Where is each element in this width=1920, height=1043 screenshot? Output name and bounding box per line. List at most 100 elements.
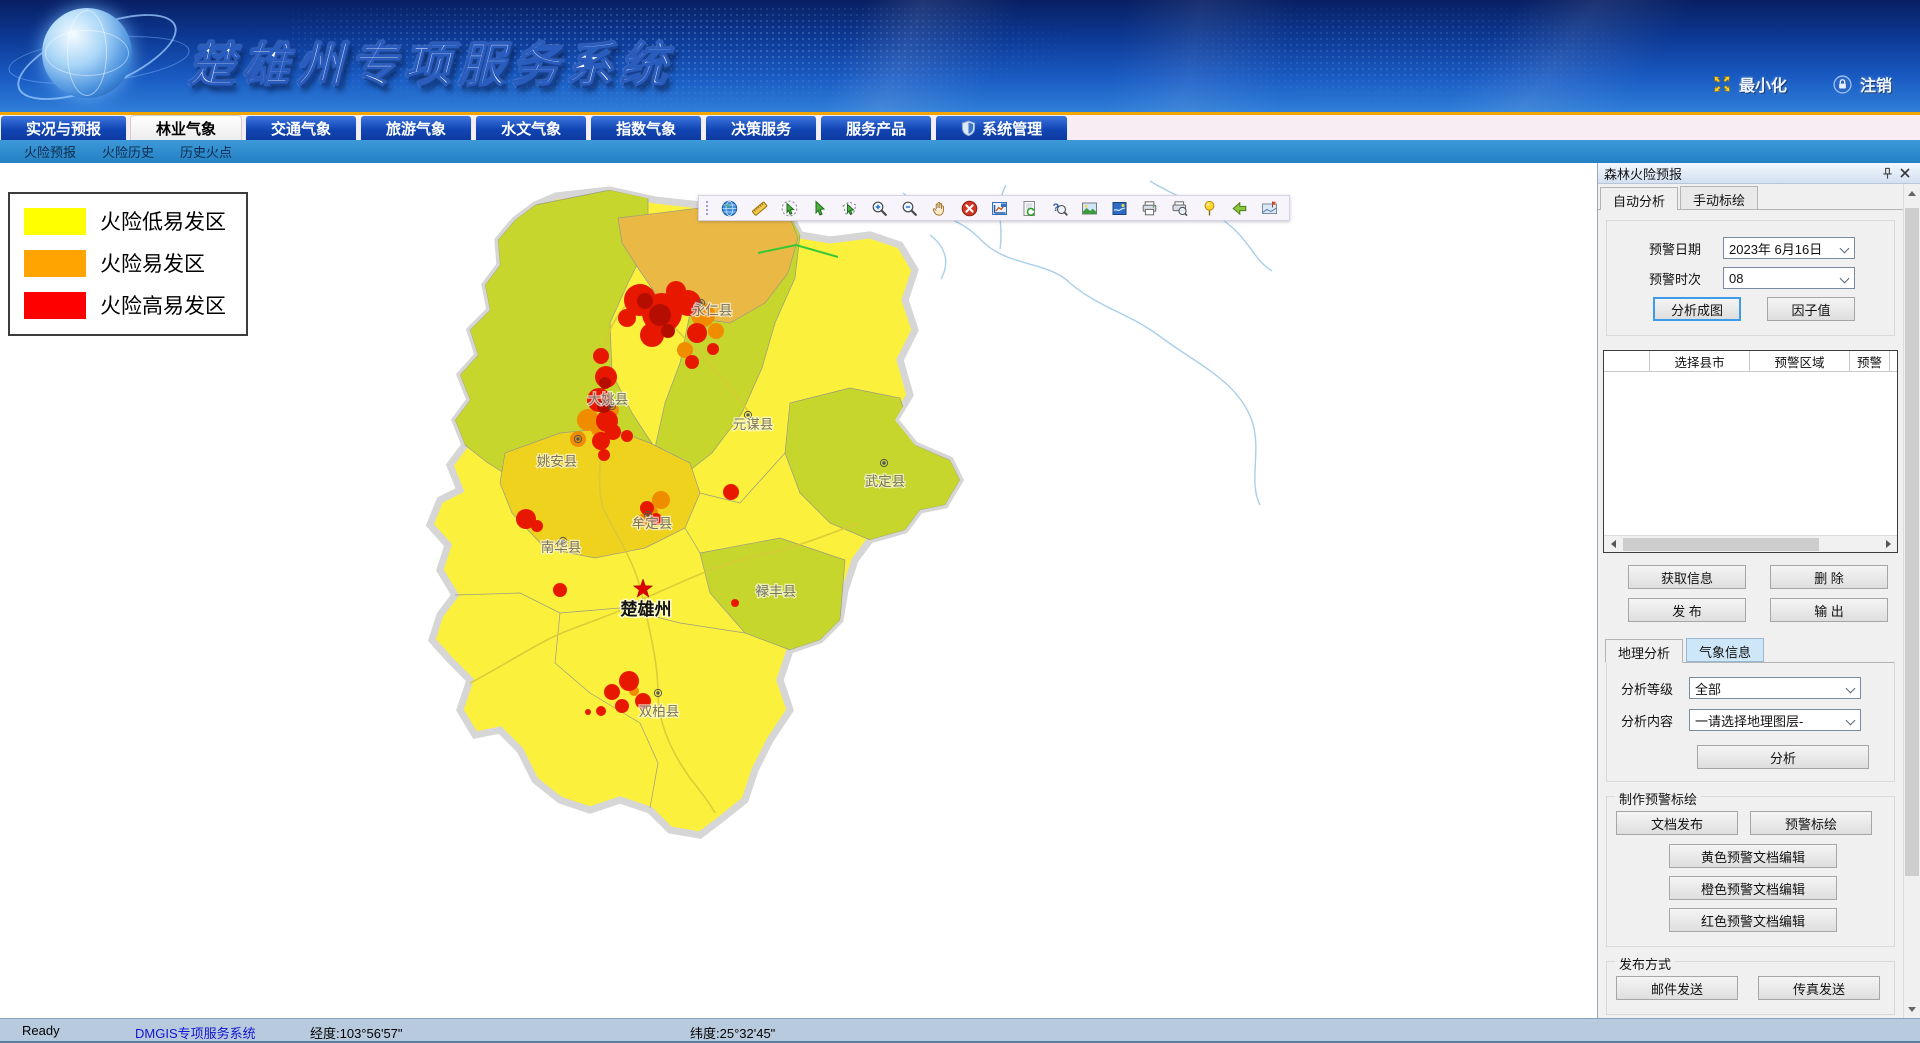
tab-label: 林业气象 [156, 118, 216, 139]
map-toolbar: ? [698, 195, 1290, 221]
map-area: 永仁县元谋县大姚县姚安县牟定县武定县南华县禄丰县双柏县 楚雄州 火险低易发区火险… [0, 163, 1597, 1018]
warning-table[interactable]: 选择县市预警区域预警 [1603, 350, 1898, 553]
refresh-page-icon[interactable] [1019, 199, 1039, 217]
tab-auto-analysis[interactable]: 自动分析 [1600, 187, 1678, 210]
tab-label: 旅游气象 [386, 118, 446, 139]
pan-icon[interactable] [929, 199, 949, 217]
select-lasso-icon[interactable] [779, 199, 799, 217]
vscroll-thumb[interactable] [1905, 208, 1919, 876]
tab-label: 服务产品 [846, 118, 906, 139]
chart-icon[interactable] [989, 199, 1009, 217]
submenu-historical-fire-points[interactable]: 历史火点 [180, 142, 232, 161]
swatch-icon[interactable] [1109, 199, 1129, 217]
table-hscrollbar[interactable] [1604, 535, 1897, 552]
legend-medium-risk: 火险易发区 [24, 248, 234, 278]
pin-icon[interactable] [1878, 165, 1896, 182]
panel-vscrollbar[interactable] [1903, 184, 1920, 1018]
warning-settings-group: 预警日期 2023年 6月16日 预警时次 08 分析成图 因子值 [1606, 220, 1895, 336]
world-map-dots [290, 6, 1070, 106]
label-yuanmou: 元谋县 [733, 417, 774, 432]
tab-geo-analysis[interactable]: 地理分析 [1605, 639, 1683, 663]
legend-swatch [24, 250, 86, 277]
doc-publish-button[interactable]: 文档发布 [1616, 811, 1738, 835]
river-lines [903, 181, 1272, 505]
minimize-button[interactable]: 最小化 [1713, 72, 1787, 96]
toolbar-grip[interactable] [705, 200, 709, 217]
plot-group: 制作预警标绘 文档发布 预警标绘 黄色预警文档编辑 橙色预警文档编辑 红色预警文… [1606, 796, 1895, 947]
close-icon[interactable] [1896, 165, 1914, 182]
analysis-content-select[interactable]: 一请选择地理图层- [1689, 709, 1861, 731]
chevron-down-icon [1840, 274, 1850, 284]
tab-decision-service[interactable]: 决策服务 [705, 115, 817, 140]
tab-traffic-weather[interactable]: 交通气象 [245, 115, 357, 140]
label-wuding: 武定县 [865, 474, 906, 489]
logout-button[interactable]: 注销 [1833, 72, 1892, 96]
geo-tab-bar: 地理分析 气象信息 [1602, 638, 1903, 662]
pointer-icon[interactable] [809, 199, 829, 217]
orange-warning-doc-button[interactable]: 橙色预警文档编辑 [1669, 876, 1837, 900]
factor-value-button[interactable]: 因子值 [1767, 297, 1855, 321]
warn-date-select[interactable]: 2023年 6月16日 [1723, 237, 1855, 259]
analyze-button[interactable]: 分析 [1697, 745, 1869, 769]
mail-send-button[interactable]: 邮件发送 [1616, 976, 1738, 1000]
measure-icon[interactable] [749, 199, 769, 217]
scroll-up-icon[interactable] [1904, 184, 1920, 201]
globe-logo [12, 0, 192, 112]
publish-button[interactable]: 发 布 [1628, 598, 1746, 622]
tab-system-management[interactable]: 系统管理 [935, 115, 1068, 140]
globe-icon[interactable] [719, 199, 739, 217]
warning-plot-button[interactable]: 预警标绘 [1750, 811, 1872, 835]
zoom-out-icon[interactable] [899, 199, 919, 217]
hscroll-thumb[interactable] [1623, 538, 1819, 551]
analysis-content-label: 分析内容 [1621, 711, 1689, 730]
legend-swatch [24, 292, 86, 319]
image-icon[interactable] [1079, 199, 1099, 217]
header-banner: 楚雄州专项服务系统 最小化 注销 [0, 0, 1920, 112]
map-legend: 火险低易发区火险易发区火险高易发区 [8, 192, 248, 336]
tab-manual-plot[interactable]: 手动标绘 [1680, 186, 1758, 209]
forest-fire-panel: 森林火险预报 自动分析 手动标绘 预警日期 2023年 6月16日 [1597, 163, 1920, 1018]
print-icon[interactable] [1139, 199, 1159, 217]
submenu-fire-risk-forecast[interactable]: 火险预报 [24, 142, 76, 161]
plot-group-title: 制作预警标绘 [1615, 789, 1701, 808]
publish-method-group: 发布方式 邮件发送 传真发送 [1606, 961, 1895, 1015]
analysis-level-label: 分析等级 [1621, 679, 1689, 698]
select-polygon-icon[interactable] [839, 199, 859, 217]
zoom-in-icon[interactable] [869, 199, 889, 217]
tab-label: 决策服务 [731, 118, 791, 139]
red-warning-doc-button[interactable]: 红色预警文档编辑 [1669, 908, 1837, 932]
tab-service-products[interactable]: 服务产品 [820, 115, 932, 140]
analysis-level-select[interactable]: 全部 [1689, 677, 1861, 699]
tab-forestry-weather[interactable]: 林业气象 [130, 115, 242, 140]
delete-button[interactable]: 删 除 [1770, 565, 1888, 589]
fax-send-button[interactable]: 传真发送 [1758, 976, 1880, 1000]
chevron-down-icon [1840, 244, 1850, 254]
warn-time-select[interactable]: 08 [1723, 267, 1855, 289]
yellow-warning-doc-button[interactable]: 黄色预警文档编辑 [1669, 844, 1837, 868]
analyze-map-button[interactable]: 分析成图 [1653, 297, 1741, 321]
tab-hydrology-weather[interactable]: 水文气象 [475, 115, 587, 140]
legend-label: 火险低易发区 [100, 206, 226, 236]
tab-index-weather[interactable]: 指数气象 [590, 115, 702, 140]
scroll-right-icon[interactable] [1880, 536, 1897, 552]
tab-weather-info[interactable]: 气象信息 [1686, 638, 1764, 662]
status-system-link[interactable]: DMGIS专项服务系统 [135, 1023, 256, 1042]
main-content: 永仁县元谋县大姚县姚安县牟定县武定县南华县禄丰县双柏县 楚雄州 火险低易发区火险… [0, 163, 1920, 1018]
status-ready: Ready [22, 1023, 60, 1038]
tab-live-forecast[interactable]: 实况与预报 [0, 115, 127, 140]
identify-icon[interactable]: ? [1049, 199, 1069, 217]
legend-high-risk: 火险高易发区 [24, 290, 234, 320]
label-dayao: 大姚县 [588, 392, 629, 407]
export-button[interactable]: 输 出 [1770, 598, 1888, 622]
table-header-cell: 预警 [1850, 351, 1890, 371]
tab-tourism-weather[interactable]: 旅游气象 [360, 115, 472, 140]
stop-icon[interactable] [959, 199, 979, 217]
get-info-button[interactable]: 获取信息 [1628, 565, 1746, 589]
map-flag-icon[interactable] [1259, 199, 1279, 217]
submenu-fire-risk-history[interactable]: 火险历史 [102, 142, 154, 161]
back-icon[interactable] [1229, 199, 1249, 217]
pin-marker-icon[interactable] [1199, 199, 1219, 217]
scroll-down-icon[interactable] [1904, 1001, 1920, 1018]
scroll-left-icon[interactable] [1604, 536, 1621, 552]
print-preview-icon[interactable] [1169, 199, 1189, 217]
